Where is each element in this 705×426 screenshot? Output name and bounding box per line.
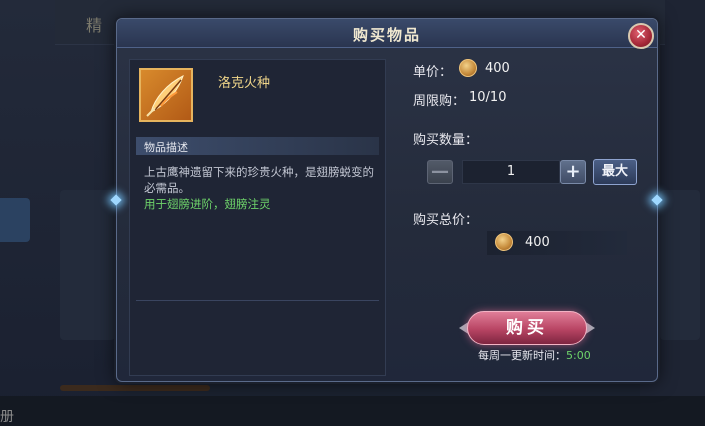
divider xyxy=(136,300,379,301)
plus-icon: + xyxy=(565,161,581,182)
background-left-tab xyxy=(0,198,30,242)
coin-icon xyxy=(495,233,513,251)
weekly-limit-label: 周限购： xyxy=(413,94,466,109)
dialog-title-bar: 购买物品 xyxy=(117,19,657,48)
background-bottom-bar xyxy=(0,396,705,426)
item-name: 洛克火种 xyxy=(218,76,271,91)
background-bottom-text: 册 xyxy=(0,409,14,425)
weekly-limit-value: 10/10 xyxy=(469,90,507,105)
purchase-dialog: 购买物品 ✕ 洛克火种 物品描述 上古鹰神遗留下来的珍贵火种，是翅膀蜕变的必需品… xyxy=(110,18,663,382)
close-icon: ✕ xyxy=(635,27,647,43)
item-description: 上古鹰神遗留下来的珍贵火种，是翅膀蜕变的必需品。 xyxy=(144,165,374,195)
unit-price-label: 单价： xyxy=(413,65,453,80)
description-header-label: 物品描述 xyxy=(144,141,188,154)
total-price-label: 购买总价： xyxy=(413,213,479,228)
dialog-title: 购买物品 xyxy=(352,26,421,44)
feather-flame-icon xyxy=(139,68,193,122)
background-top-bar-text: 精 xyxy=(86,16,103,35)
background-card xyxy=(60,190,115,340)
quantity-input[interactable]: 1 xyxy=(462,160,560,184)
buy-button[interactable]: 购买 xyxy=(467,311,587,345)
quantity-value: 1 xyxy=(506,164,516,179)
item-info-panel: 洛克火种 物品描述 上古鹰神遗留下来的珍贵火种，是翅膀蜕变的必需品。 用于翅膀进… xyxy=(129,59,386,376)
close-button[interactable]: ✕ xyxy=(628,23,654,49)
total-price-value: 400 xyxy=(525,235,550,250)
coin-icon xyxy=(459,59,477,77)
weekly-refresh-info: 每周一更新时间：5:00 xyxy=(478,347,591,363)
quantity-label: 购买数量： xyxy=(413,133,479,148)
background-card xyxy=(660,190,700,340)
background-scroll xyxy=(60,385,210,391)
item-usage: 用于翅膀进阶，翅膀注灵 xyxy=(144,197,271,211)
increase-quantity-button[interactable]: + xyxy=(560,160,586,184)
max-quantity-button[interactable]: 最大 xyxy=(593,159,637,185)
unit-price-value: 400 xyxy=(485,61,510,76)
minus-icon: — xyxy=(431,161,449,182)
decrease-quantity-button[interactable]: — xyxy=(427,160,453,184)
description-header: 物品描述 xyxy=(136,137,379,155)
refresh-label: 每周一更新时间： xyxy=(478,349,566,362)
refresh-time: 5:00 xyxy=(566,349,591,362)
